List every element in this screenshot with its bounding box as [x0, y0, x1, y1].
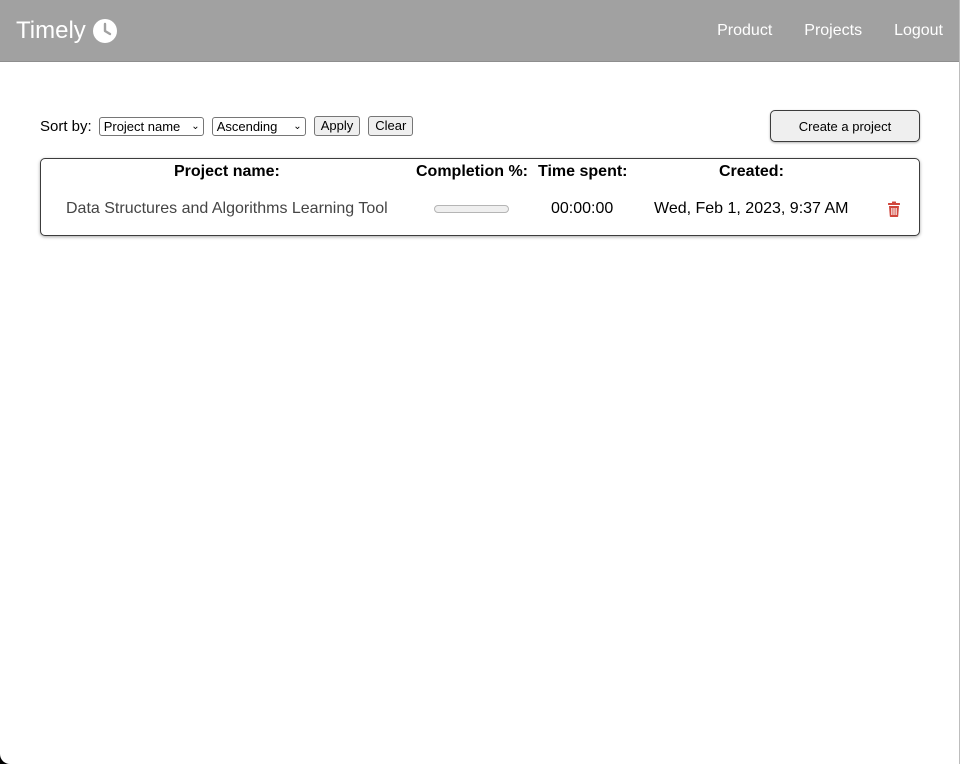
completion-progress-bar: [434, 205, 509, 213]
projects-table: Project name: Completion %: Time spent: …: [40, 158, 920, 236]
sort-order-select[interactable]: Ascending ⌄: [211, 116, 306, 136]
clear-button[interactable]: Clear: [368, 116, 414, 136]
nav-logout-link[interactable]: Logout: [894, 21, 943, 41]
sort-toolbar: Sort by: Project name ⌄ Ascending ⌄ Appl…: [40, 116, 421, 136]
nav-projects-link[interactable]: Projects: [804, 21, 862, 41]
apply-button[interactable]: Apply: [313, 116, 361, 136]
clock-icon: [92, 19, 117, 43]
create-project-button[interactable]: Create a project: [770, 110, 920, 142]
nav-links: Product Projects Logout: [717, 21, 943, 41]
header-created: Created:: [719, 163, 784, 180]
navbar: Timely Product Projects Logout: [0, 0, 960, 62]
sort-field-value: Project name: [103, 118, 181, 134]
trash-icon[interactable]: [887, 201, 901, 217]
sort-order-value: Ascending: [216, 118, 278, 134]
brand-logo[interactable]: Timely: [16, 17, 117, 45]
time-spent-cell: 00:00:00: [551, 200, 614, 217]
chevron-down-icon: ⌄: [293, 120, 302, 132]
header-completion: Completion %:: [416, 163, 528, 180]
chevron-down-icon: ⌄: [191, 120, 200, 132]
created-cell: Wed, Feb 1, 2023, 9:37 AM: [654, 200, 849, 217]
nav-product-link[interactable]: Product: [717, 21, 772, 41]
sort-label: Sort by:: [40, 117, 92, 135]
brand-name: Timely: [16, 17, 86, 44]
project-name-cell[interactable]: Data Structures and Algorithms Learning …: [66, 199, 388, 219]
header-time-spent: Time spent:: [538, 163, 628, 180]
app-window: Timely Product Projects Logout Sort by: …: [0, 0, 960, 764]
sort-field-select[interactable]: Project name ⌄: [98, 116, 204, 136]
header-project-name: Project name:: [174, 163, 280, 180]
